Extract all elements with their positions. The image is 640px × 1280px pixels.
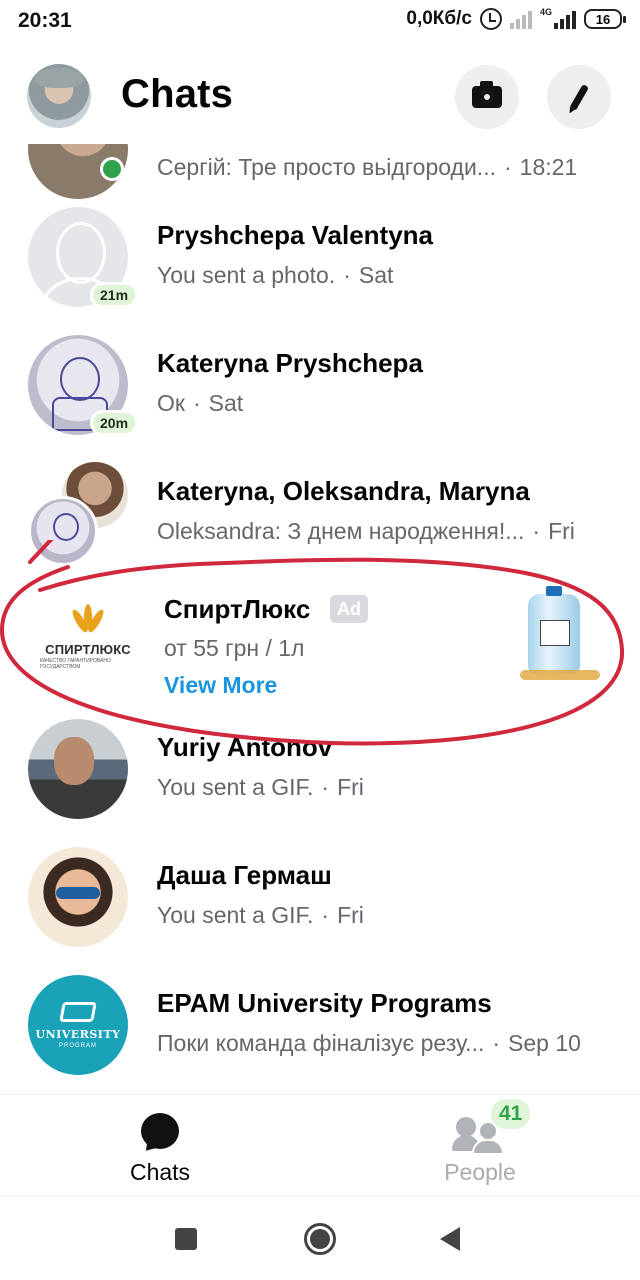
signal-icon-sim2 xyxy=(554,9,576,29)
camera-button[interactable] xyxy=(455,65,519,129)
chat-preview: You sent a GIF. · Fri xyxy=(157,902,364,928)
chat-preview: Сергій: Тре просто вьідгороди... · 18:21 xyxy=(157,154,578,180)
chat-name: Yuriy Antonov xyxy=(157,732,333,762)
ad-badge: Ad xyxy=(330,595,368,623)
group-member-avatar xyxy=(28,496,98,566)
back-button[interactable] xyxy=(410,1197,490,1280)
chat-row[interactable]: 21m Pryshchepa Valentyna You sent a phot… xyxy=(0,192,640,320)
alarm-icon xyxy=(479,8,502,30)
ad-logo-text: СПИРТЛЮКС xyxy=(45,642,131,657)
page-title: Chats xyxy=(121,72,234,116)
avatar xyxy=(28,847,128,947)
wheat-icon xyxy=(68,604,108,638)
active-time-badge: 20m xyxy=(90,410,139,436)
system-navigation-bar xyxy=(0,1196,640,1280)
avatar xyxy=(28,719,128,819)
chat-preview: You sent a GIF. · Fri xyxy=(157,774,364,800)
status-time: 20:31 xyxy=(18,9,72,32)
status-bar: 20:31 0,0Кб/с 4G 16 xyxy=(0,0,640,44)
compose-button[interactable] xyxy=(547,65,611,129)
ad-logo: СПИРТЛЮКС КАЧЕСТВО ГАРАНТИРОВАНО ГОСУДАР… xyxy=(40,604,136,674)
chat-name: Kateryna, Oleksandra, Maryna xyxy=(157,476,530,506)
tab-chats[interactable]: Chats xyxy=(0,1095,320,1197)
preview-text: Сергій: Тре просто вьідгороди... xyxy=(157,154,496,180)
app-header: Chats xyxy=(0,48,640,144)
active-time-badge: 21m xyxy=(90,282,139,308)
tab-people[interactable]: 41 People xyxy=(320,1095,640,1197)
preview-text: You sent a photo. xyxy=(157,262,336,288)
pencil-icon xyxy=(569,83,589,111)
status-indicators: 0,0Кб/с 4G 16 xyxy=(406,7,626,30)
people-count-badge: 41 xyxy=(491,1099,531,1129)
chat-name: Kateryna Pryshchepa xyxy=(157,348,423,378)
chat-row[interactable]: UNIVERSITY PROGRAM EPAM University Progr… xyxy=(0,960,640,1088)
online-indicator xyxy=(100,157,124,181)
recent-apps-button[interactable] xyxy=(146,1197,226,1280)
preview-time: Fri xyxy=(337,774,364,800)
square-icon xyxy=(175,1228,197,1250)
view-more-link[interactable]: View More xyxy=(164,672,277,699)
chat-name: Даша Гермаш xyxy=(157,860,332,890)
preview-text: Oleksandra: З днем народження!... xyxy=(157,518,525,544)
network-type: 4G xyxy=(539,7,552,17)
graduation-cap-icon xyxy=(59,1001,97,1022)
battery-icon: 16 xyxy=(584,9,626,29)
preview-text: Ок xyxy=(157,390,185,416)
ad-title: СпиртЛюкс xyxy=(164,594,311,624)
ad-product-base xyxy=(520,670,600,680)
network-speed: 0,0Кб/с xyxy=(406,8,472,29)
sponsored-ad[interactable]: СПИРТЛЮКС КАЧЕСТВО ГАРАНТИРОВАНО ГОСУДАР… xyxy=(0,574,640,704)
preview-time: 18:21 xyxy=(519,154,578,180)
ad-description: от 55 грн / 1л xyxy=(164,635,305,661)
preview-time: Fri xyxy=(337,902,364,928)
back-triangle-icon xyxy=(440,1227,460,1251)
chat-row[interactable]: 20m Kateryna Pryshchepa Ок · Sat xyxy=(0,320,640,448)
bottom-navigation: Chats 41 People xyxy=(0,1094,640,1196)
tab-label: People xyxy=(444,1159,516,1185)
chat-bubble-icon xyxy=(141,1113,179,1149)
chat-row[interactable]: Даша Гермаш You sent a GIF. · Fri xyxy=(0,832,640,960)
home-circle-icon xyxy=(304,1223,336,1255)
home-button[interactable] xyxy=(280,1197,360,1280)
chat-preview: You sent a photo. · Sat xyxy=(157,262,394,288)
chat-preview: Поки команда фіналізує резу... · Sep 10 xyxy=(157,1030,581,1056)
profile-avatar[interactable] xyxy=(27,64,91,128)
group-avatar xyxy=(28,448,128,576)
avatar: UNIVERSITY PROGRAM xyxy=(28,975,128,1075)
preview-text: You sent a GIF. xyxy=(157,774,314,800)
preview-time: Sat xyxy=(358,262,394,288)
chat-name: Pryshchepa Valentyna xyxy=(157,220,434,250)
chat-row[interactable]: Yuriy Antonov You sent a GIF. · Fri xyxy=(0,704,640,832)
preview-time: Fri xyxy=(548,518,575,544)
tab-label: Chats xyxy=(129,1159,191,1185)
camera-icon xyxy=(472,81,502,108)
chat-preview: Oleksandra: З днем народження!... · Fri xyxy=(157,518,575,544)
chat-preview: Ок · Sat xyxy=(157,390,244,416)
signal-icon-sim1 xyxy=(509,9,532,29)
avatar-subtext: PROGRAM xyxy=(58,1042,97,1049)
preview-text: Поки команда фіналізує резу... xyxy=(157,1030,485,1056)
preview-text: You sent a GIF. xyxy=(157,902,314,928)
avatar-text: UNIVERSITY xyxy=(35,1027,121,1041)
ad-logo-subtext: КАЧЕСТВО ГАРАНТИРОВАНО ГОСУДАРСТВОМ xyxy=(40,658,111,670)
chat-list[interactable]: Сергій: Тре просто вьідгороди... · 18:21… xyxy=(0,144,640,1094)
chat-name: EPAM University Programs xyxy=(157,988,492,1018)
preview-time: Sat xyxy=(208,390,244,416)
chat-row[interactable]: Kateryna, Oleksandra, Maryna Oleksandra:… xyxy=(0,448,640,576)
preview-time: Sep 10 xyxy=(508,1030,581,1056)
ad-product-image[interactable] xyxy=(528,586,580,674)
